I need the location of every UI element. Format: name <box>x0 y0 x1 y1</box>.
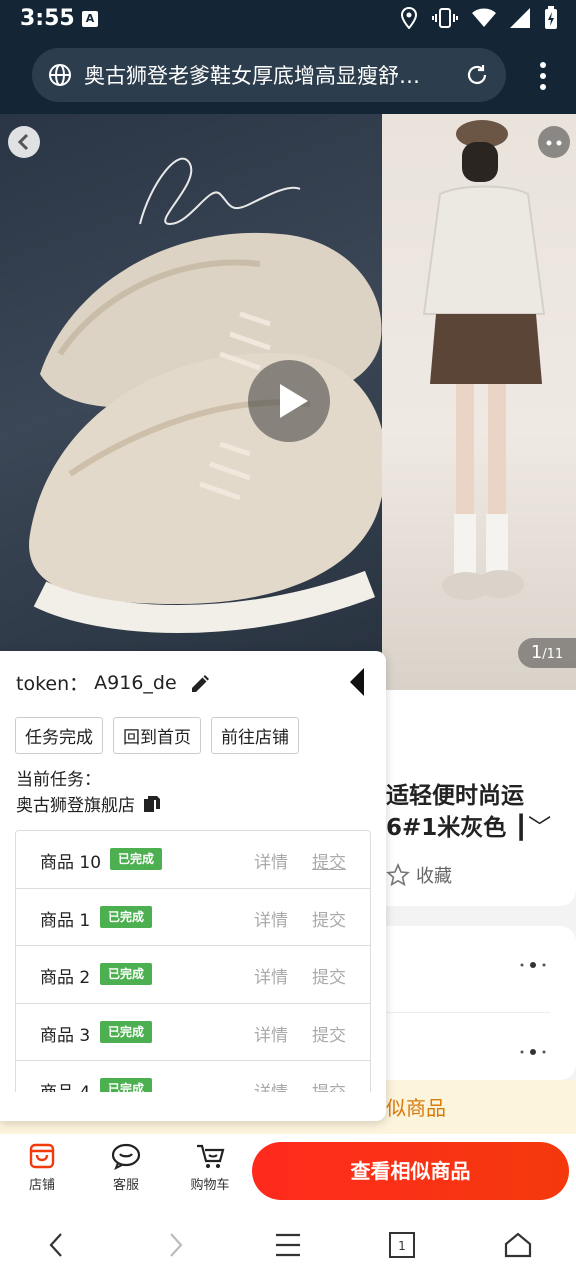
token-label: token： <box>16 673 89 695</box>
submit-link[interactable]: 提交 <box>312 848 346 873</box>
item-name: 商品 3 <box>40 1025 91 1046</box>
panel-buttons: 任务完成 回到首页 前往店铺 <box>15 717 299 754</box>
status-badge: 已完成 <box>100 1078 153 1092</box>
item-name: 商品 2 <box>40 968 91 988</box>
edit-icon[interactable] <box>189 671 213 695</box>
service-label: 客服 <box>112 1178 139 1193</box>
status-time: 3:55 <box>20 6 75 31</box>
collapse-panel-icon[interactable] <box>348 668 366 696</box>
browser-toolbar: 奥古狮登老爹鞋女厚底增高显瘦舒… <box>0 38 576 114</box>
cart-label: 购物车 <box>190 1178 230 1193</box>
play-icon <box>280 384 308 418</box>
more-options-icon[interactable] <box>518 961 548 969</box>
status-badge: 已完成 <box>100 963 153 985</box>
detail-link[interactable]: 详情 <box>254 848 288 873</box>
location-icon <box>400 6 418 33</box>
shop-icon <box>29 1143 55 1169</box>
favorite-label: 收藏 <box>416 866 452 887</box>
back-icon[interactable] <box>42 1230 72 1260</box>
chevron-left-icon <box>17 133 29 151</box>
view-similar-button[interactable]: 查看相似商品 <box>252 1142 569 1200</box>
token-value: A916_de <box>94 671 177 694</box>
tabs-icon[interactable]: 1 <box>387 1230 417 1260</box>
submit-link[interactable]: 提交 <box>312 1021 346 1046</box>
cart-tab[interactable]: 购物车 <box>180 1142 240 1193</box>
status-badge: 已完成 <box>110 848 163 870</box>
status-bar: 3:55 A <box>0 0 576 38</box>
page-title[interactable]: 奥古狮登老爹鞋女厚底增高显瘦舒… <box>84 60 452 90</box>
vibrate-icon <box>432 7 458 33</box>
task-complete-button[interactable]: 任务完成 <box>15 717 103 754</box>
wifi-icon <box>472 8 496 32</box>
reload-icon[interactable] <box>464 62 490 88</box>
forward-icon[interactable] <box>160 1230 190 1260</box>
favorite-button[interactable]: 收藏 <box>386 862 452 888</box>
back-home-button[interactable]: 回到首页 <box>113 717 201 754</box>
shop-label: 店铺 <box>28 1178 55 1193</box>
detail-link[interactable]: 详情 <box>254 963 288 988</box>
image-counter-current: 1 <box>530 642 543 663</box>
model-photo <box>382 114 576 690</box>
svg-text:1: 1 <box>398 1239 406 1253</box>
menu-icon[interactable] <box>273 1230 303 1260</box>
status-badge: 已完成 <box>100 905 153 928</box>
task-panel: token： A916_de 任务完成 回到首页 前往店铺 当前任务： 奥古狮登… <box>0 651 386 1121</box>
more-options-icon[interactable] <box>518 1048 548 1056</box>
store-name: 奥古狮登旗舰店 <box>16 796 135 816</box>
bottom-action-bar: 店铺 客服 购物车 查看相似商品 <box>0 1134 576 1210</box>
divider <box>386 1012 550 1013</box>
more-button[interactable] <box>538 126 570 158</box>
product-title-line2: 6#1米灰色 ┃﹀ <box>386 815 552 841</box>
globe-icon <box>49 64 71 86</box>
similar-banner-text: 似商品 <box>386 1096 446 1120</box>
address-bar[interactable]: 奥古狮登老爹鞋女厚底增高显瘦舒… <box>32 48 506 102</box>
back-button[interactable] <box>8 126 40 158</box>
model-illustration <box>422 120 546 600</box>
go-to-store-button[interactable]: 前往店铺 <box>211 717 299 754</box>
system-icons <box>400 6 558 34</box>
submit-link[interactable]: 提交 <box>312 906 346 931</box>
item-name: 商品 1 <box>40 910 91 931</box>
browser-nav-bar: 1 <box>0 1210 576 1280</box>
shop-tab[interactable]: 店铺 <box>12 1142 72 1193</box>
home-icon[interactable] <box>503 1230 533 1260</box>
notification-a-icon: A <box>82 11 98 27</box>
token-row: token： A916_de <box>16 669 213 696</box>
task-item-row: 商品 1 已完成 详情 提交 <box>16 888 370 946</box>
detail-link[interactable]: 详情 <box>254 1078 288 1092</box>
more-vert-icon[interactable] <box>540 62 546 90</box>
image-counter: 1/11 <box>518 638 576 668</box>
battery-icon <box>544 6 558 34</box>
task-item-row: 商品 4 已完成 详情 提交 <box>16 1061 370 1092</box>
task-item-row: 商品 2 已完成 详情 提交 <box>16 946 370 1004</box>
task-item-list: 商品 10 已完成 详情 提交 商品 1 已完成 详情 提交 商品 2 已完成 … <box>15 830 371 1092</box>
product-title[interactable]: 适轻便时尚运 6#1米灰色 ┃﹀ <box>386 780 551 844</box>
play-video-button[interactable] <box>248 360 330 442</box>
copy-icon[interactable] <box>143 795 161 813</box>
task-item-row: 商品 3 已完成 详情 提交 <box>16 1003 370 1061</box>
chat-icon <box>111 1143 141 1170</box>
cart-icon <box>197 1144 225 1168</box>
product-title-line1: 适轻便时尚运 <box>386 783 524 809</box>
submit-link[interactable]: 提交 <box>312 1078 346 1092</box>
task-item-row: 商品 10 已完成 详情 提交 <box>16 831 370 889</box>
detail-link[interactable]: 详情 <box>254 906 288 931</box>
customer-service-tab[interactable]: 客服 <box>96 1142 156 1193</box>
submit-link[interactable]: 提交 <box>312 963 346 988</box>
star-icon <box>386 863 410 887</box>
status-badge: 已完成 <box>100 1020 153 1043</box>
current-task-label: 当前任务： <box>16 770 101 790</box>
detail-link[interactable]: 详情 <box>254 1021 288 1046</box>
item-name: 商品 10 <box>40 853 102 873</box>
image-counter-total: /11 <box>542 647 564 662</box>
chevron-down-icon[interactable]: ┃﹀ <box>514 815 551 841</box>
more-horiz-icon <box>546 140 562 146</box>
product-image-carousel[interactable]: 1/11 <box>0 114 576 690</box>
current-task-store: 奥古狮登旗舰店 <box>16 791 161 816</box>
signal-icon <box>510 8 530 32</box>
item-name: 商品 4 <box>40 1078 90 1092</box>
